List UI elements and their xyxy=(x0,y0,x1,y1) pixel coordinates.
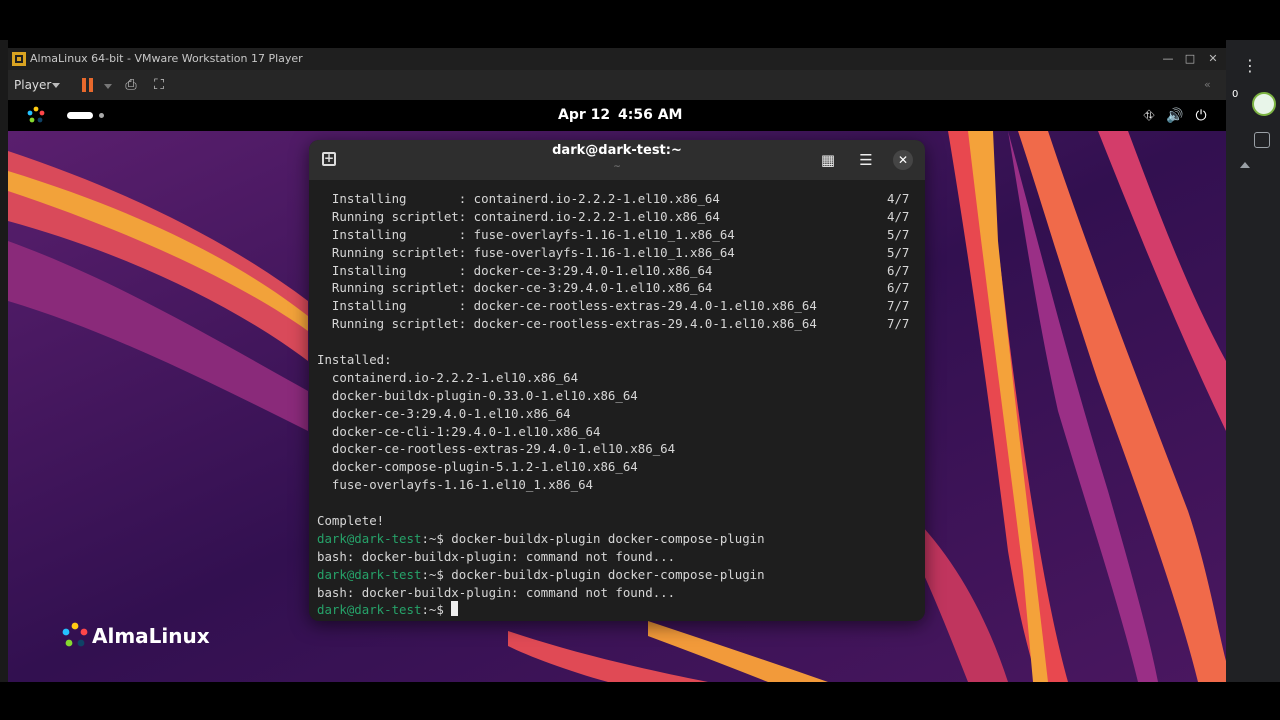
almalinux-logo-icon xyxy=(62,622,88,647)
extension-count: 0 xyxy=(1232,89,1239,100)
maximize-icon[interactable]: □ xyxy=(1182,51,1198,67)
transaction-line: Running scriptlet: containerd.io-2.2.2-1… xyxy=(317,208,910,224)
power-icon[interactable]: ⏻ xyxy=(1192,107,1210,125)
installed-package: docker-buildx-plugin-0.33.0-1.el10.x86_6… xyxy=(317,387,638,403)
complete-message: Complete! xyxy=(317,513,385,529)
workspace-indicator[interactable] xyxy=(99,113,104,118)
error-line: bash: docker-buildx-plugin: command not … xyxy=(317,548,676,564)
minimize-icon[interactable]: — xyxy=(1160,51,1176,67)
transaction-line: Running scriptlet: docker-ce-rootless-ex… xyxy=(317,316,910,332)
pause-icon[interactable] xyxy=(82,78,94,92)
close-window-icon[interactable]: ✕ xyxy=(1205,51,1221,67)
scroll-up-icon[interactable] xyxy=(1240,162,1250,168)
player-menu[interactable]: Player xyxy=(14,78,51,92)
power-menu-caret-icon[interactable] xyxy=(104,84,112,89)
transaction-line: Installing : docker-ce-3:29.4.0-1.el10.x… xyxy=(317,262,910,278)
active-prompt[interactable]: dark@dark-test:~$ xyxy=(317,601,917,619)
extension-icon[interactable] xyxy=(1254,132,1270,148)
terminal-window[interactable]: + dark@dark-test:~ ~ ▦ ☰ ✕ Installing : … xyxy=(309,140,925,621)
installed-package: docker-ce-cli-1:29.4.0-1.el10.x86_64 xyxy=(317,423,601,439)
terminal-output[interactable]: Installing : containerd.io-2.2.2-1.el10.… xyxy=(317,190,917,620)
host-browser-edge: ⋮ 0 xyxy=(1226,40,1280,682)
more-options-icon[interactable]: ⋮ xyxy=(1242,56,1258,75)
profile-avatar-icon[interactable] xyxy=(1252,92,1276,116)
activities-almalinux-icon[interactable] xyxy=(27,106,45,124)
player-menu-caret-icon[interactable] xyxy=(52,83,60,88)
clock-time[interactable]: 4:56 AM xyxy=(618,107,682,123)
transaction-line: Running scriptlet: fuse-overlayfs-1.16-1… xyxy=(317,244,910,260)
installed-package: docker-ce-rootless-extras-29.4.0-1.el10.… xyxy=(317,441,676,457)
installed-package: fuse-overlayfs-1.16-1.el10_1.x86_64 xyxy=(317,477,594,493)
clock-date[interactable]: Apr 12 xyxy=(558,107,610,123)
command-line: dark@dark-test:~$ docker-buildx-plugin d… xyxy=(317,566,765,582)
vmware-logo-icon xyxy=(12,52,26,66)
workspace-indicator-active[interactable] xyxy=(67,112,93,119)
brand-name: AlmaLinux xyxy=(92,624,210,648)
host-bottom-bar xyxy=(0,682,1280,720)
gnome-top-bar: Apr 12 4:56 AM ⛗ 🔊 ⏻ xyxy=(8,100,1226,131)
error-line: bash: docker-buildx-plugin: command not … xyxy=(317,584,676,600)
tab-overview-icon[interactable]: ▦ xyxy=(819,151,837,169)
text-cursor xyxy=(451,601,459,617)
transaction-line: Running scriptlet: docker-ce-3:29.4.0-1.… xyxy=(317,280,910,296)
send-ctrl-alt-del-icon[interactable]: ⎙ xyxy=(122,76,140,94)
host-left-edge xyxy=(0,40,8,682)
command-line: dark@dark-test:~$ docker-buildx-plugin d… xyxy=(317,530,765,546)
network-icon[interactable]: ⛗ xyxy=(1140,107,1158,125)
guest-screen: Apr 12 4:56 AM ⛗ 🔊 ⏻ AlmaLinux + dark@da… xyxy=(8,100,1226,682)
installed-header: Installed: xyxy=(317,352,392,368)
host-top-bar xyxy=(0,0,1280,40)
transaction-line: Installing : containerd.io-2.2.2-1.el10.… xyxy=(317,191,910,206)
transaction-line: Installing : fuse-overlayfs-1.16-1.el10_… xyxy=(317,226,910,242)
terminal-headerbar: + dark@dark-test:~ ~ ▦ ☰ ✕ xyxy=(309,140,925,180)
collapse-toolbar-icon[interactable]: « xyxy=(1204,78,1211,91)
installed-package: docker-compose-plugin-5.1.2-1.el10.x86_6… xyxy=(317,459,638,475)
vmware-toolbar: Player ⎙ ⛶ « xyxy=(8,70,1226,100)
installed-package: docker-ce-3:29.4.0-1.el10.x86_64 xyxy=(317,405,571,421)
transaction-line: Installing : docker-ce-rootless-extras-2… xyxy=(317,298,910,314)
window-title: AlmaLinux 64-bit - VMware Workstation 17… xyxy=(30,52,303,65)
close-terminal-icon[interactable]: ✕ xyxy=(893,150,913,170)
fullscreen-icon[interactable]: ⛶ xyxy=(150,76,168,94)
volume-icon[interactable]: 🔊 xyxy=(1166,107,1184,125)
hamburger-menu-icon[interactable]: ☰ xyxy=(857,151,875,169)
vmware-titlebar: AlmaLinux 64-bit - VMware Workstation 17… xyxy=(8,48,1226,70)
installed-package: containerd.io-2.2.2-1.el10.x86_64 xyxy=(317,369,579,385)
